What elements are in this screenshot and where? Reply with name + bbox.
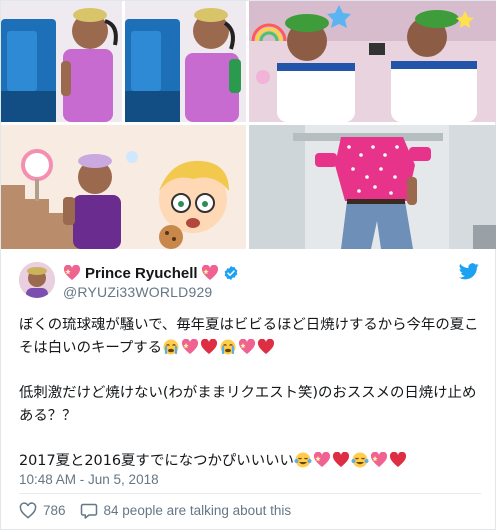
- photo-grid: [1, 1, 496, 249]
- author-name-line[interactable]: Prince Ryuchell: [63, 263, 239, 283]
- red-heart-icon: [389, 452, 406, 467]
- tweet-timestamp[interactable]: 10:48 AM - Jun 5, 2018: [19, 472, 159, 487]
- sparkling-heart-icon: [239, 339, 256, 354]
- photo-cartoon-cookie[interactable]: [1, 125, 246, 249]
- photo-pink-polka-dot-shirt[interactable]: [249, 125, 496, 249]
- tears-of-joy-icon: [351, 452, 369, 468]
- red-heart-icon: [258, 339, 275, 354]
- divider: [19, 493, 481, 494]
- like-heart-icon[interactable]: [19, 501, 37, 519]
- tears-of-joy-icon: [294, 452, 312, 468]
- reply-bubble-icon[interactable]: [80, 502, 98, 519]
- photo-payphone-collage[interactable]: [1, 1, 246, 122]
- like-count[interactable]: 786: [43, 503, 66, 518]
- sparkling-heart-icon: [313, 452, 330, 467]
- sparkling-heart-icon: [370, 452, 387, 467]
- face-with-tears-icon: [163, 339, 179, 355]
- twitter-bird-icon[interactable]: [459, 263, 479, 280]
- tweet-paragraph-3: 2017夏と2016夏すでになつかぴいいいい: [19, 450, 481, 473]
- face-with-tears-icon: [220, 339, 236, 355]
- tweet-paragraph-1: ぼくの琉球魂が騒いで、毎年夏はビビるほど日焼けするから今年の夏こそは白いのキープ…: [19, 314, 481, 360]
- photo-green-bandana-collage[interactable]: [249, 1, 496, 122]
- sparkling-heart-icon: [182, 339, 199, 354]
- author-display-name[interactable]: Prince Ryuchell: [85, 265, 198, 282]
- author-avatar[interactable]: [19, 262, 55, 298]
- tweet-card: Prince Ryuchell @RYUZi33WORLD929 ぼくの琉球魂が…: [0, 0, 496, 530]
- sparkling-heart-icon: [201, 265, 218, 280]
- verified-badge-icon: [224, 266, 237, 280]
- tweet-actions: 786 84 people are talking about this: [19, 500, 291, 520]
- red-heart-icon: [332, 452, 349, 467]
- red-heart-icon: [201, 339, 218, 354]
- sparkling-heart-icon: [63, 265, 81, 280]
- tweet-text: ぼくの琉球魂が騒いで、毎年夏はビビるほど日焼けするから今年の夏こそは白いのキープ…: [19, 314, 481, 473]
- tweet-line2-text: 低刺激だけど焼けない(わがままリクエスト笑)のおススメの日焼け止めある？？: [19, 385, 477, 424]
- people-talking-link[interactable]: 84 people are talking about this: [104, 503, 292, 518]
- tweet-paragraph-2: 低刺激だけど焼けない(わがままリクエスト笑)のおススメの日焼け止めある？？: [19, 382, 481, 428]
- tweet-line3-text: 2017夏と2016夏すでになつかぴいいいい: [19, 453, 294, 469]
- author-handle[interactable]: @RYUZi33WORLD929: [63, 284, 212, 300]
